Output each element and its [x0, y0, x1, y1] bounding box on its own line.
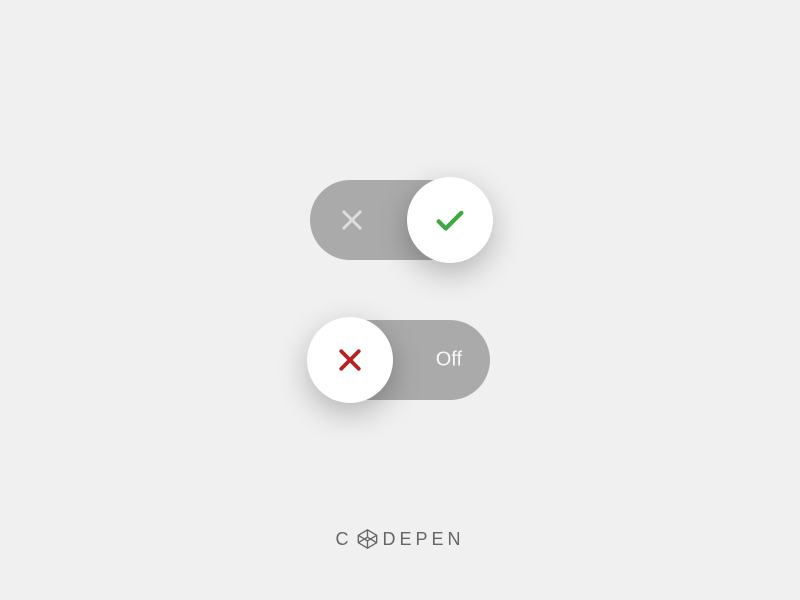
toggle-off[interactable]: Off: [310, 320, 490, 400]
toggle-group: Off: [310, 180, 490, 400]
toggle-knob-off[interactable]: [307, 317, 393, 403]
x-icon: [338, 206, 366, 234]
brand-suffix: DEPEN: [382, 529, 464, 550]
x-icon: [335, 345, 365, 375]
toggle-off-label: Off: [436, 349, 462, 372]
cube-icon: [356, 528, 378, 550]
toggle-on[interactable]: [310, 180, 490, 260]
toggle-knob-on[interactable]: [407, 177, 493, 263]
brand-prefix: C: [335, 529, 352, 550]
check-icon: [433, 203, 467, 237]
codepen-logo: C DEPEN: [335, 528, 464, 550]
